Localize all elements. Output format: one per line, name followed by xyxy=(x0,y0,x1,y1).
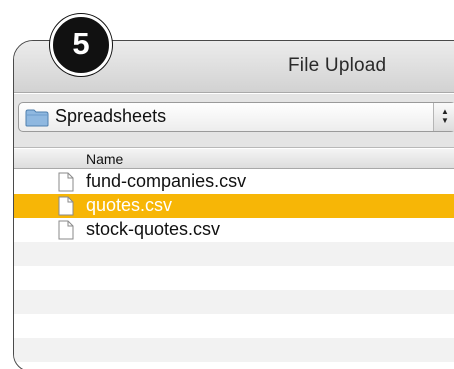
window-title: File Upload xyxy=(288,55,387,76)
file-name: stock-quotes.csv xyxy=(86,219,221,239)
folder-icon xyxy=(25,109,49,127)
folder-popup-button[interactable]: Spreadsheets ▲ ▼ xyxy=(18,102,454,132)
empty-list-row xyxy=(14,290,454,314)
empty-list-row xyxy=(14,266,454,290)
document-icon xyxy=(58,220,74,240)
empty-list-row xyxy=(14,338,454,362)
empty-list-row xyxy=(14,242,454,266)
popup-stepper-arrows[interactable]: ▲ ▼ xyxy=(433,103,454,131)
file-name: quotes.csv xyxy=(86,195,173,215)
step-number: 5 xyxy=(72,26,90,61)
file-upload-dialog: File Upload Spreadsheets ▲ ▼ Name fund-c… xyxy=(13,40,454,369)
file-name: fund-companies.csv xyxy=(86,171,247,191)
step-number-badge: 5 xyxy=(50,14,112,76)
document-icon xyxy=(58,196,74,216)
folder-toolbar: Spreadsheets ▲ ▼ xyxy=(14,94,454,148)
folder-popup-label: Spreadsheets xyxy=(55,106,167,126)
document-icon xyxy=(58,172,74,192)
name-column-header: Name xyxy=(86,151,124,167)
file-row-stock-quotes[interactable]: stock-quotes.csv xyxy=(14,218,454,242)
empty-list-row xyxy=(14,314,454,338)
list-column-header[interactable]: Name xyxy=(14,149,454,169)
chevron-down-icon: ▼ xyxy=(441,116,449,125)
file-row-quotes[interactable]: quotes.csv xyxy=(14,194,454,218)
chevron-up-icon: ▲ xyxy=(441,107,449,116)
file-row-fund-companies[interactable]: fund-companies.csv xyxy=(14,170,454,194)
